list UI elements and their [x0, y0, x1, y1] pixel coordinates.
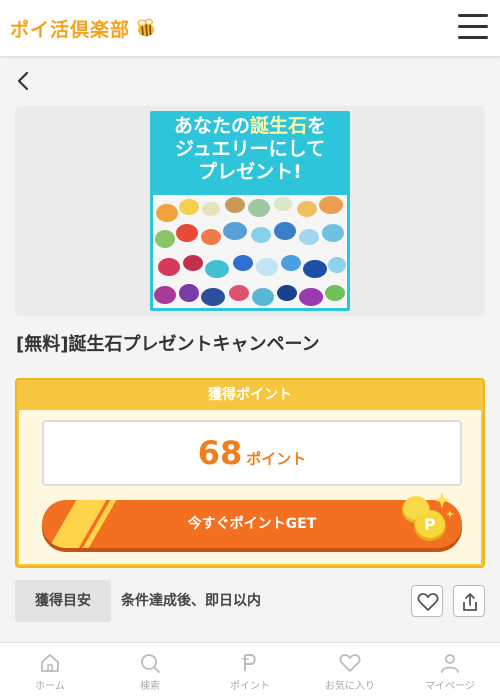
favorite-button[interactable] — [411, 585, 443, 617]
share-button[interactable] — [453, 585, 485, 617]
estimate-label: 獲得目安 — [15, 580, 111, 622]
menu-line — [458, 36, 488, 39]
svg-text:P: P — [424, 515, 436, 534]
nav-points[interactable]: ポイント — [200, 643, 300, 700]
heart-icon — [417, 593, 439, 611]
menu-line — [458, 25, 488, 28]
campaign-banner[interactable]: あなたの誕生石を ジュエリーにして プレゼント! — [150, 111, 350, 311]
points-panel-header: 獲得ポイント — [208, 387, 292, 403]
nav-search[interactable]: 検索 — [100, 643, 200, 700]
bottom-nav: ホーム 検索 ポイント お気に入り マイページ — [0, 642, 500, 700]
logo-text: ポイ活倶楽部 — [10, 18, 131, 41]
coins-icon: P — [402, 492, 454, 541]
estimate-value: 条件達成後、即日以内 — [121, 593, 261, 609]
menu-line — [458, 14, 488, 17]
banner-headline: あなたの誕生石を ジュエリーにして プレゼント! — [150, 115, 350, 184]
heart-icon — [339, 654, 361, 672]
gemstones-image — [153, 195, 347, 308]
bee-icon — [137, 18, 155, 37]
banner-line1-highlight: 誕生石 — [249, 115, 307, 137]
banner-line1-pre: あなたの — [173, 115, 250, 137]
nav-home[interactable]: ホーム — [0, 643, 100, 700]
banner-line3: プレゼント! — [198, 161, 302, 183]
nav-favorites-label: お気に入り — [325, 681, 375, 692]
estimate-row: 獲得目安 条件達成後、即日以内 — [15, 580, 485, 622]
points-value: 68 — [197, 434, 243, 472]
share-icon — [463, 593, 477, 611]
campaign-title: [無料]誕生石プレゼントキャンペーン — [16, 334, 320, 355]
nav-search-label: 検索 — [140, 681, 160, 692]
chevron-left-icon[interactable] — [14, 70, 34, 92]
banner-line1-post: を — [307, 115, 327, 137]
app-header: ポイ活倶楽部 — [0, 0, 500, 56]
points-panel-body: 68 ポイント 今すぐポイントGET P — [19, 410, 481, 564]
site-logo[interactable]: ポイ活倶楽部 — [10, 15, 156, 42]
nav-favorites[interactable]: お気に入り — [300, 643, 400, 700]
user-icon — [441, 654, 459, 673]
point-p-icon — [242, 654, 256, 671]
points-unit: ポイント — [246, 450, 307, 468]
home-icon — [41, 654, 59, 672]
search-icon — [141, 654, 160, 673]
banner-line2: ジュエリーにして — [174, 138, 326, 160]
nav-points-label: ポイント — [230, 681, 270, 692]
nav-mypage[interactable]: マイページ — [400, 643, 500, 700]
points-display: 68 ポイント — [42, 420, 462, 486]
nav-home-label: ホーム — [35, 681, 65, 692]
nav-mypage-label: マイページ — [425, 681, 475, 692]
points-panel: 獲得ポイント 68 ポイント 今すぐポイントGET P — [15, 378, 485, 568]
hamburger-icon[interactable] — [458, 14, 488, 40]
